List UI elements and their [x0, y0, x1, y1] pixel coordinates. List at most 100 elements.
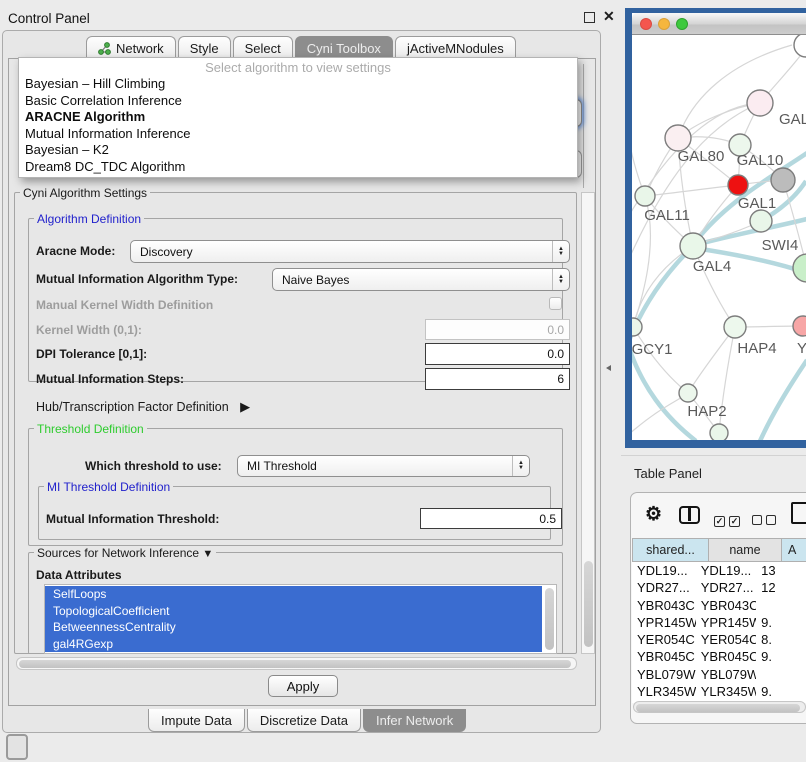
apply-button[interactable]: Apply	[268, 675, 338, 697]
network-node[interactable]	[771, 168, 795, 192]
table-cell[interactable]: YBL079W	[632, 666, 696, 683]
table-cell[interactable]: YBL079W	[696, 666, 756, 683]
dpi-tolerance-field[interactable]	[425, 343, 570, 365]
float-panel-icon[interactable]	[584, 12, 595, 23]
attributes-list-scrollbar[interactable]	[545, 588, 554, 650]
attribute-item-gal4rgexp[interactable]: gal4RGexp	[45, 636, 542, 653]
table-row[interactable]: YBR043CYBR043C	[632, 597, 806, 614]
tab-network[interactable]: Network	[86, 36, 176, 58]
sources-group-title[interactable]: Sources for Network Inference ▼	[34, 546, 216, 560]
table-row[interactable]: YBL079WYBL079W	[632, 666, 806, 683]
tab-style[interactable]: Style	[178, 36, 231, 58]
table-row[interactable]: YDR27...YDR27...12	[632, 579, 806, 596]
network-node[interactable]	[794, 35, 806, 57]
network-node-y[interactable]	[793, 316, 806, 336]
table-cell[interactable]: YBR045C	[696, 648, 756, 665]
network-node-swi4[interactable]	[750, 210, 772, 232]
table-cell[interactable]: YDL19...	[696, 562, 756, 579]
network-node-gal11[interactable]	[635, 186, 655, 206]
which-threshold-combo[interactable]: MI Threshold ▲▼	[237, 455, 530, 477]
table-cell[interactable]: 8.	[756, 631, 806, 648]
settings-horizontal-scroll-thumb[interactable]	[19, 660, 571, 668]
algorithm-option-dream8-dc-tdc-algorithm[interactable]: Dream8 DC_TDC Algorithm	[19, 159, 577, 176]
hub-definition-expander[interactable]: Hub/Transcription Factor Definition ▶	[36, 399, 250, 415]
network-canvas[interactable]: GALGAL80GAL10GAL1GAL11SWI4GAL4GCY1HAP4YH…	[632, 35, 806, 445]
collapse-arrow-icon[interactable]: ▼	[202, 548, 213, 560]
network-edge[interactable]	[645, 185, 738, 196]
window-close-button[interactable]	[640, 18, 652, 30]
table-cell[interactable]: YPR145W	[632, 614, 696, 631]
table-row[interactable]: YLR345WYLR345W9.	[632, 683, 806, 700]
table-cell[interactable]: YER054C	[696, 631, 756, 648]
table-cell[interactable]: 12	[756, 579, 806, 596]
table-cell[interactable]: YLR345W	[696, 683, 756, 700]
attribute-item-betweennesscentrality[interactable]: BetweennessCentrality	[45, 619, 542, 636]
table-horizontal-scroll-thumb[interactable]	[636, 704, 800, 712]
algorithm-option-basic-correlation-inference[interactable]: Basic Correlation Inference	[19, 93, 577, 110]
table-row[interactable]: YDL19...YDL19...13	[632, 562, 806, 579]
unchecked-checkboxes-icon[interactable]	[752, 512, 780, 530]
table-cell[interactable]: YBR043C	[632, 597, 696, 614]
algorithm-option-bayesian-hill-climbing[interactable]: Bayesian – Hill Climbing	[19, 76, 577, 93]
attribute-item-selfloops[interactable]: SelfLoops	[45, 586, 542, 603]
gear-icon[interactable]: ⚙	[645, 503, 662, 526]
window-minimize-button[interactable]	[658, 18, 670, 30]
network-node-gal4[interactable]	[680, 233, 706, 259]
mi-algorithm-type-combo[interactable]: Naive Bayes ▲▼	[272, 268, 570, 291]
tab-infer-network[interactable]: Infer Network	[363, 709, 466, 732]
panel-splitter-handle[interactable]	[606, 365, 611, 371]
table-cell[interactable]: 9.	[756, 614, 806, 631]
column-header-name[interactable]: name	[709, 538, 782, 562]
table-cell[interactable]: YPR145W	[696, 614, 756, 631]
table-horizontal-scrollbar[interactable]	[633, 701, 806, 713]
network-edge[interactable]	[688, 327, 735, 393]
network-node-gal[interactable]	[747, 90, 773, 116]
table-cell[interactable]: YBR045C	[632, 648, 696, 665]
network-node-hap2[interactable]	[679, 384, 697, 402]
checked-checkboxes-icon[interactable]: ✓✓	[714, 511, 744, 529]
settings-vertical-scrollbar[interactable]	[581, 192, 595, 654]
tab-impute-data[interactable]: Impute Data	[148, 709, 245, 732]
network-node-gal1[interactable]	[728, 175, 748, 195]
mutual-information-threshold-field[interactable]	[420, 508, 562, 529]
table-cell[interactable]: YDR27...	[696, 579, 756, 596]
aracne-mode-combo[interactable]: Discovery ▲▼	[130, 240, 570, 263]
algorithm-option-aracne-algorithm[interactable]: ARACNE Algorithm	[19, 109, 577, 126]
columns-icon[interactable]	[679, 506, 700, 524]
table-cell[interactable]: YBR043C	[696, 597, 756, 614]
column-header-a[interactable]: A	[782, 538, 806, 562]
expander-arrow-icon[interactable]: ▶	[240, 399, 250, 414]
tab-discretize-data[interactable]: Discretize Data	[247, 709, 361, 732]
network-edge-thick[interactable]	[760, 360, 806, 440]
table-cell[interactable]	[756, 666, 806, 683]
table-row[interactable]: YPR145WYPR145W9.	[632, 614, 806, 631]
network-node-hap4[interactable]	[724, 316, 746, 338]
table-row[interactable]: YBR045CYBR045C9.	[632, 648, 806, 665]
data-attributes-list[interactable]: SelfLoopsTopologicalCoefficientBetweenne…	[44, 584, 557, 654]
table-cell[interactable]	[756, 597, 806, 614]
column-header-shared[interactable]: shared...	[632, 538, 709, 562]
table-cell[interactable]: 13	[756, 562, 806, 579]
close-panel-icon[interactable]: ✕	[603, 8, 615, 25]
kernel-width-field[interactable]	[425, 319, 570, 340]
network-edge[interactable]	[633, 327, 688, 393]
attribute-item-topologicalcoefficient[interactable]: TopologicalCoefficient	[45, 603, 542, 620]
tab-select[interactable]: Select	[233, 36, 293, 58]
manual-kernel-width-checkbox[interactable]	[549, 297, 562, 310]
network-window-titlebar[interactable]	[632, 13, 806, 35]
tab-cyni-toolbox[interactable]: Cyni Toolbox	[295, 36, 393, 58]
network-edge[interactable]	[678, 45, 792, 138]
table-cell[interactable]: YDL19...	[632, 562, 696, 579]
table-row[interactable]: YER054CYER054C8.	[632, 631, 806, 648]
tab-jactivemnodules[interactable]: jActiveMNodules	[395, 36, 516, 58]
window-zoom-button[interactable]	[676, 18, 688, 30]
table-cell[interactable]: YDR27...	[632, 579, 696, 596]
table-cell[interactable]: YLR345W	[632, 683, 696, 700]
algorithm-option-bayesian-k2[interactable]: Bayesian – K2	[19, 142, 577, 159]
settings-vertical-scroll-thumb[interactable]	[584, 561, 593, 647]
table-cell[interactable]: YER054C	[632, 631, 696, 648]
network-graph-svg[interactable]: GALGAL80GAL10GAL1GAL11SWI4GAL4GCY1HAP4YH…	[632, 35, 806, 440]
network-node[interactable]	[710, 424, 728, 440]
network-node[interactable]	[793, 254, 806, 282]
table-cell[interactable]: 9.	[756, 648, 806, 665]
